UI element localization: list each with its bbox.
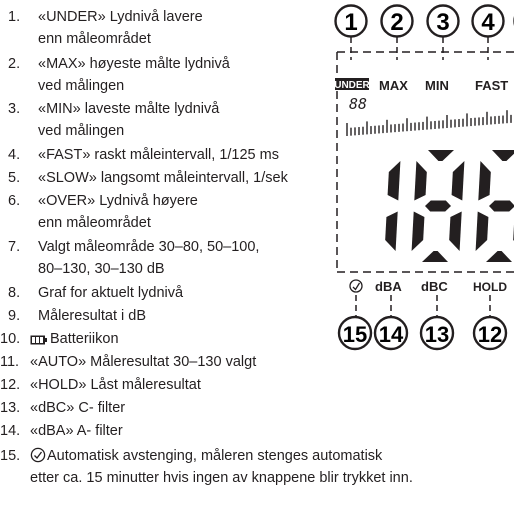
digit-segment: [451, 161, 465, 201]
item-text: «MIN» laveste målte lydnivå ved målingen: [38, 101, 220, 139]
digit-segment: [411, 211, 425, 251]
digit-segment: [425, 200, 451, 212]
seven-segment-digit: [385, 161, 401, 251]
item-number: 5.: [8, 170, 21, 186]
item-text: «UNDER» Lydnivå lavere enn måleområdet: [38, 9, 203, 47]
item-text: «MAX» høyeste målte lydnivå ved målingen: [38, 56, 230, 94]
item-text: «FAST» raskt måleintervall, 1/125 ms: [38, 147, 279, 163]
callout-number: 12: [478, 322, 502, 347]
item-number: 4.: [8, 147, 21, 163]
callout-bottom-12: 12: [472, 295, 508, 351]
item-text: Batteriikon: [30, 329, 119, 351]
lcd-main-digits: [385, 150, 514, 262]
item-text: «AUTO» Måleresultat 30–130 valgt: [30, 354, 257, 370]
lcd-label-min: MIN: [425, 78, 449, 93]
digit-segment: [387, 161, 401, 201]
callout-number: 2: [390, 9, 403, 36]
callout-bottom-14: 14: [373, 295, 409, 351]
item-text: «OVER» Lydnivå høyere enn måleområdet: [38, 193, 198, 231]
digit-segment: [422, 251, 448, 262]
callout-number: 4: [481, 9, 495, 36]
callout-number: 15: [343, 322, 367, 347]
callout-number: 13: [425, 322, 449, 347]
item-number: 12.: [0, 377, 21, 393]
digit-segment: [486, 251, 512, 262]
callout-number: 3: [436, 9, 449, 36]
item-number: 8.: [8, 285, 21, 301]
item-number: 13.: [0, 400, 21, 416]
item-number: 14.: [0, 423, 21, 439]
lcd-label-dbc: dBC: [421, 279, 448, 294]
digit-segment: [489, 200, 514, 212]
item-text: Automatisk avstenging, måleren stenges a…: [30, 447, 413, 486]
callout-bottom-13: 13: [419, 295, 455, 351]
lcd-label-hold: HOLD: [473, 280, 507, 294]
lcd-label-under: UNDER: [334, 78, 371, 91]
item-text: «dBC» C- filter: [30, 400, 126, 416]
item-number: 7.: [8, 239, 21, 255]
svg-text:UNDER: UNDER: [334, 80, 370, 91]
item-text: Måleresultat i dB: [38, 308, 146, 324]
item-number: 6.: [8, 193, 21, 209]
seven-segment-digit: [411, 150, 465, 262]
item-text: «SLOW» langsomt måleintervall, 1/sek: [38, 170, 288, 186]
digit-segment: [492, 150, 514, 161]
callout-number: 14: [379, 322, 404, 347]
item-text: «HOLD» Låst måleresultat: [30, 377, 201, 393]
digit-segment: [478, 161, 491, 201]
seven-segment-digit: [475, 150, 514, 262]
lcd-label-dba: dBA: [375, 279, 402, 294]
callout-bottom-15: 15: [337, 295, 373, 351]
lcd-bar-graph: [346, 110, 512, 136]
lcd-label-fast: FAST: [475, 78, 508, 93]
item-number: 11.: [0, 354, 20, 370]
item-number: 3.: [8, 101, 21, 117]
auto-off-timer-icon: [30, 447, 46, 463]
digit-segment: [475, 211, 489, 251]
item-text: Valgt måleområde 30–80, 50–100, 80–130, 3…: [38, 239, 260, 277]
callout-number: 1: [344, 9, 357, 36]
digit-segment: [428, 150, 454, 161]
lcd-range-digits: 88: [349, 95, 367, 113]
digit-segment: [449, 211, 462, 251]
item-text: Graf for aktuelt lydnivå: [38, 285, 184, 301]
item-number: 9.: [8, 308, 21, 324]
digit-segment: [414, 161, 427, 201]
lcd-display-diagram: 1 2 3 4 UNDER MAX MIN FAST S 88: [325, 0, 514, 400]
item-number: 10.: [0, 331, 21, 347]
digit-segment: [385, 211, 398, 251]
battery-icon: [30, 335, 47, 345]
lcd-label-max: MAX: [379, 78, 408, 93]
item-text: «dBA» A- filter: [30, 423, 123, 439]
item-number: 15.: [0, 448, 21, 464]
lcd-diagram-svg: 1 2 3 4 UNDER MAX MIN FAST S 88: [334, 4, 514, 351]
lcd-auto-off-icon: [349, 279, 363, 293]
item-number: 1.: [8, 9, 21, 25]
item-number: 2.: [8, 56, 21, 72]
